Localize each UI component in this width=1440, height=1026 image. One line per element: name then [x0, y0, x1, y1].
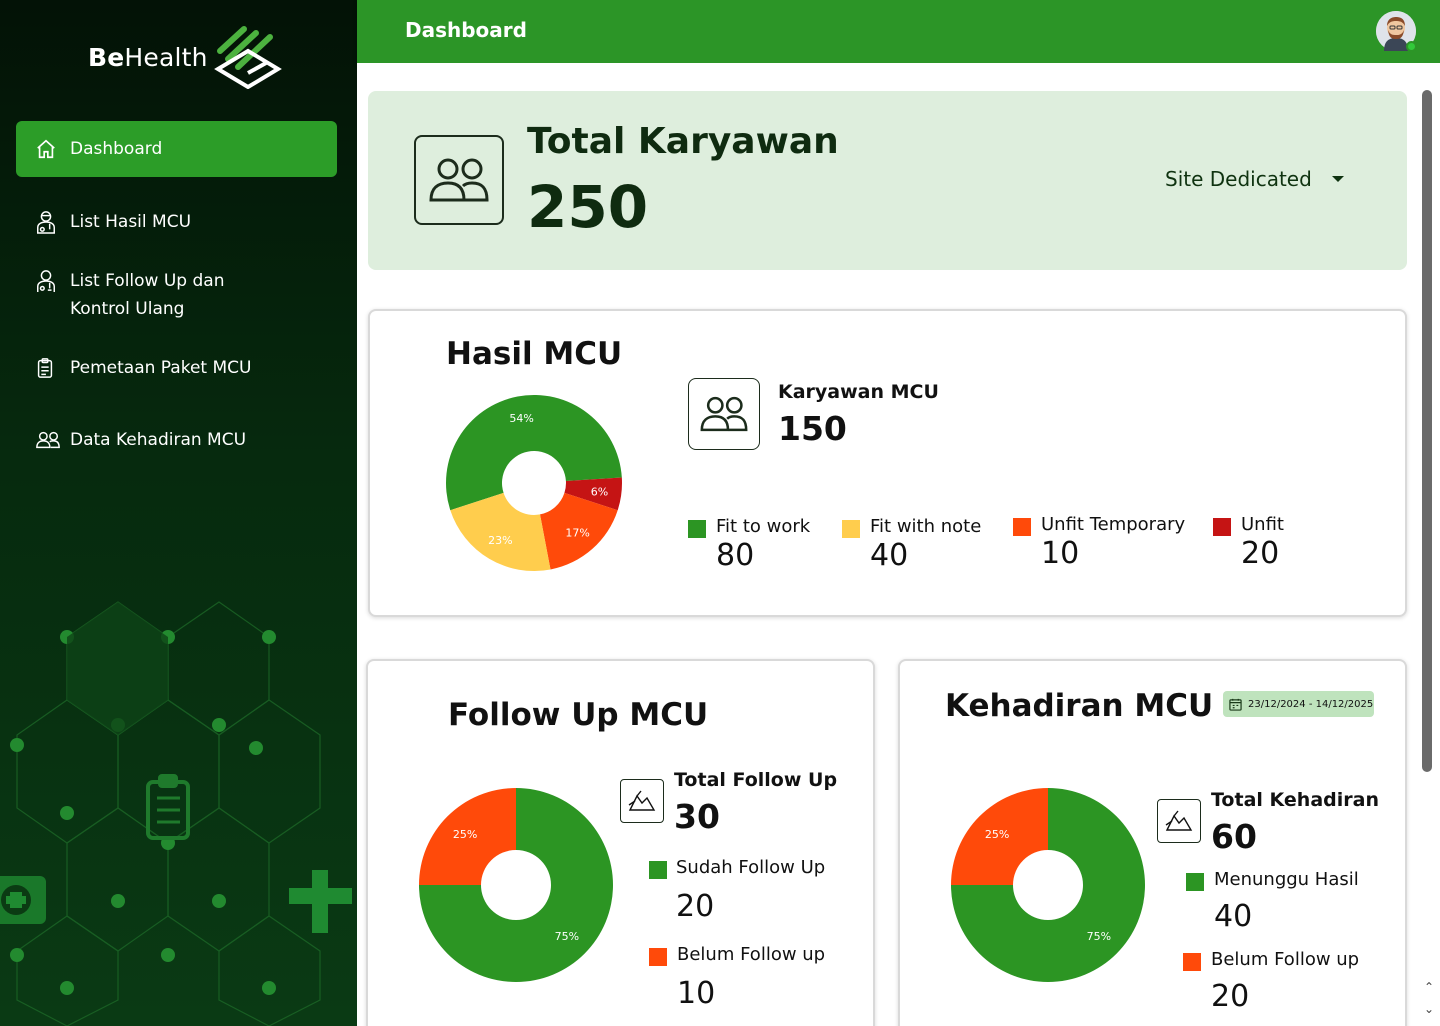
sidebar-item-label: Pemetaan Paket MCU [70, 358, 252, 378]
donut-slice-label: 23% [488, 534, 512, 547]
legend-swatch [649, 948, 667, 966]
sidebar-item-pemetaan-paket-mcu[interactable]: Pemetaan Paket MCU [16, 354, 251, 382]
legend-label: Fit to work [716, 516, 811, 537]
scroll-up-icon[interactable]: ⌃ [1422, 980, 1436, 994]
site-filter-dropdown[interactable]: Site Dedicated [1165, 167, 1344, 191]
kehadiran-donut-chart: 75% 25% [951, 788, 1145, 982]
users-icon [35, 426, 61, 454]
top-bar: Dashboard [357, 0, 1440, 63]
date-range-badge[interactable]: 23/12/2024 - 14/12/2025 [1223, 691, 1374, 717]
avatar[interactable] [1376, 11, 1417, 52]
follow-up-mcu-card: Follow Up MCU 75% 25% Total Follow Up 30 … [366, 659, 875, 1026]
legend-swatch [649, 861, 667, 879]
sidebar-item-data-kehadiran-mcu[interactable]: Data Kehadiran MCU [16, 426, 246, 454]
medical-pattern-background [0, 601, 352, 1026]
sidebar-item-list-hasil-mcu[interactable]: List Hasil MCU [16, 208, 191, 236]
scrollbar-thumb[interactable] [1422, 90, 1432, 772]
scrollbar[interactable] [1422, 90, 1432, 975]
donut-slice-label: 75% [1087, 930, 1111, 943]
kehadiran-mcu-title: Kehadiran MCU [945, 688, 1214, 724]
donut-slice-label: 17% [565, 527, 589, 540]
logo-text: BeHealth [88, 42, 208, 72]
date-range-text: 23/12/2024 - 14/12/2025 [1248, 698, 1374, 710]
donut-slice-label: 6% [591, 485, 608, 498]
calendar-icon [1229, 698, 1242, 711]
caret-down-icon [1331, 176, 1344, 182]
legend-label: Unfit Temporary [1041, 514, 1186, 535]
sidebar-item-label: Dashboard [70, 139, 163, 159]
legend-swatch [688, 520, 706, 538]
sidebar-item-label: List Hasil MCU [70, 212, 192, 232]
hasil-mcu-title: Hasil MCU [446, 336, 623, 372]
legend-value: 20 [1241, 536, 1280, 571]
donut-slice-label: 25% [985, 828, 1009, 841]
legend-label: Sudah Follow Up [676, 857, 826, 878]
legend-label: Belum Follow up [1211, 949, 1360, 970]
doctor-icon [35, 208, 61, 236]
kehadiran-mcu-card: Kehadiran MCU 23/12/2024 - 14/12/2025 75… [898, 659, 1407, 1026]
donut-slice-label: 25% [453, 828, 477, 841]
scroll-down-icon[interactable]: ⌄ [1422, 1002, 1436, 1016]
legend-label: Menunggu Hasil [1214, 869, 1359, 890]
total-kehadiran-label: Total Kehadiran [1211, 789, 1379, 811]
site-filter-value: Site Dedicated [1165, 167, 1312, 191]
hand-chart-icon-box [620, 779, 664, 823]
karyawan-mcu-value: 150 [778, 409, 847, 448]
legend-value: 40 [870, 538, 909, 573]
hasil-mcu-card: Hasil MCU 54% 6% 17% 23% Karyawan MCU 150 F… [368, 309, 1407, 617]
legend-value: 40 [1214, 899, 1253, 934]
legend-value: 20 [1211, 979, 1250, 1014]
sidebar-item-dashboard[interactable]: Dashboard [16, 121, 337, 177]
total-kehadiran-value: 60 [1211, 817, 1257, 856]
legend-value: 10 [1041, 536, 1080, 571]
legend-swatch [1013, 518, 1031, 536]
legend-label: Fit with note [870, 516, 982, 537]
legend-swatch [1213, 518, 1231, 536]
users-icon [429, 158, 489, 202]
legend-value: 80 [716, 538, 755, 573]
hand-chart-icon-box [1157, 799, 1201, 843]
legend-value: 10 [677, 976, 716, 1011]
legend-swatch [1183, 953, 1201, 971]
sidebar-item-label: List Follow Up dan Kontrol Ulang [70, 271, 225, 319]
home-icon [35, 135, 61, 163]
donut-slice-label: 54% [509, 412, 533, 425]
page-title: Dashboard [405, 18, 527, 42]
clipboard-icon [35, 354, 61, 382]
legend-label: Belum Follow up [677, 944, 826, 965]
total-follow-up-value: 30 [674, 797, 720, 836]
legend-swatch [1186, 873, 1204, 891]
logo: BeHealth [88, 22, 282, 92]
total-follow-up-label: Total Follow Up [674, 769, 838, 791]
hand-chart-icon [628, 790, 656, 811]
follow-up-mcu-title: Follow Up MCU [448, 697, 709, 733]
hand-chart-icon [1165, 810, 1193, 831]
online-status-dot [1406, 41, 1417, 52]
total-karyawan-value: 250 [527, 173, 649, 241]
total-karyawan-title: Total Karyawan [527, 121, 839, 162]
karyawan-mcu-label: Karyawan MCU [778, 381, 939, 403]
legend-label: Unfit [1241, 514, 1284, 535]
legend-swatch [842, 520, 860, 538]
legend-value: 20 [676, 889, 715, 924]
sidebar-item-list-follow-up[interactable]: List Follow Up dan Kontrol Ulang [16, 267, 246, 323]
users-icon-box [414, 135, 504, 225]
users-icon-box [688, 378, 760, 450]
follow-up-donut-chart: 75% 25% [419, 788, 613, 982]
donut-slice-label: 75% [555, 930, 579, 943]
doctor-icon [35, 267, 61, 295]
sidebar: BeHealth Dashboard List Hasil MCU List F… [0, 0, 357, 1026]
behealth-logo-icon [213, 26, 282, 89]
sidebar-item-label: Data Kehadiran MCU [70, 430, 247, 450]
total-karyawan-card: Total Karyawan 250 Site Dedicated [368, 91, 1407, 270]
users-icon [700, 396, 748, 432]
hasil-mcu-donut-chart: 54% 6% 17% 23% [446, 395, 622, 571]
